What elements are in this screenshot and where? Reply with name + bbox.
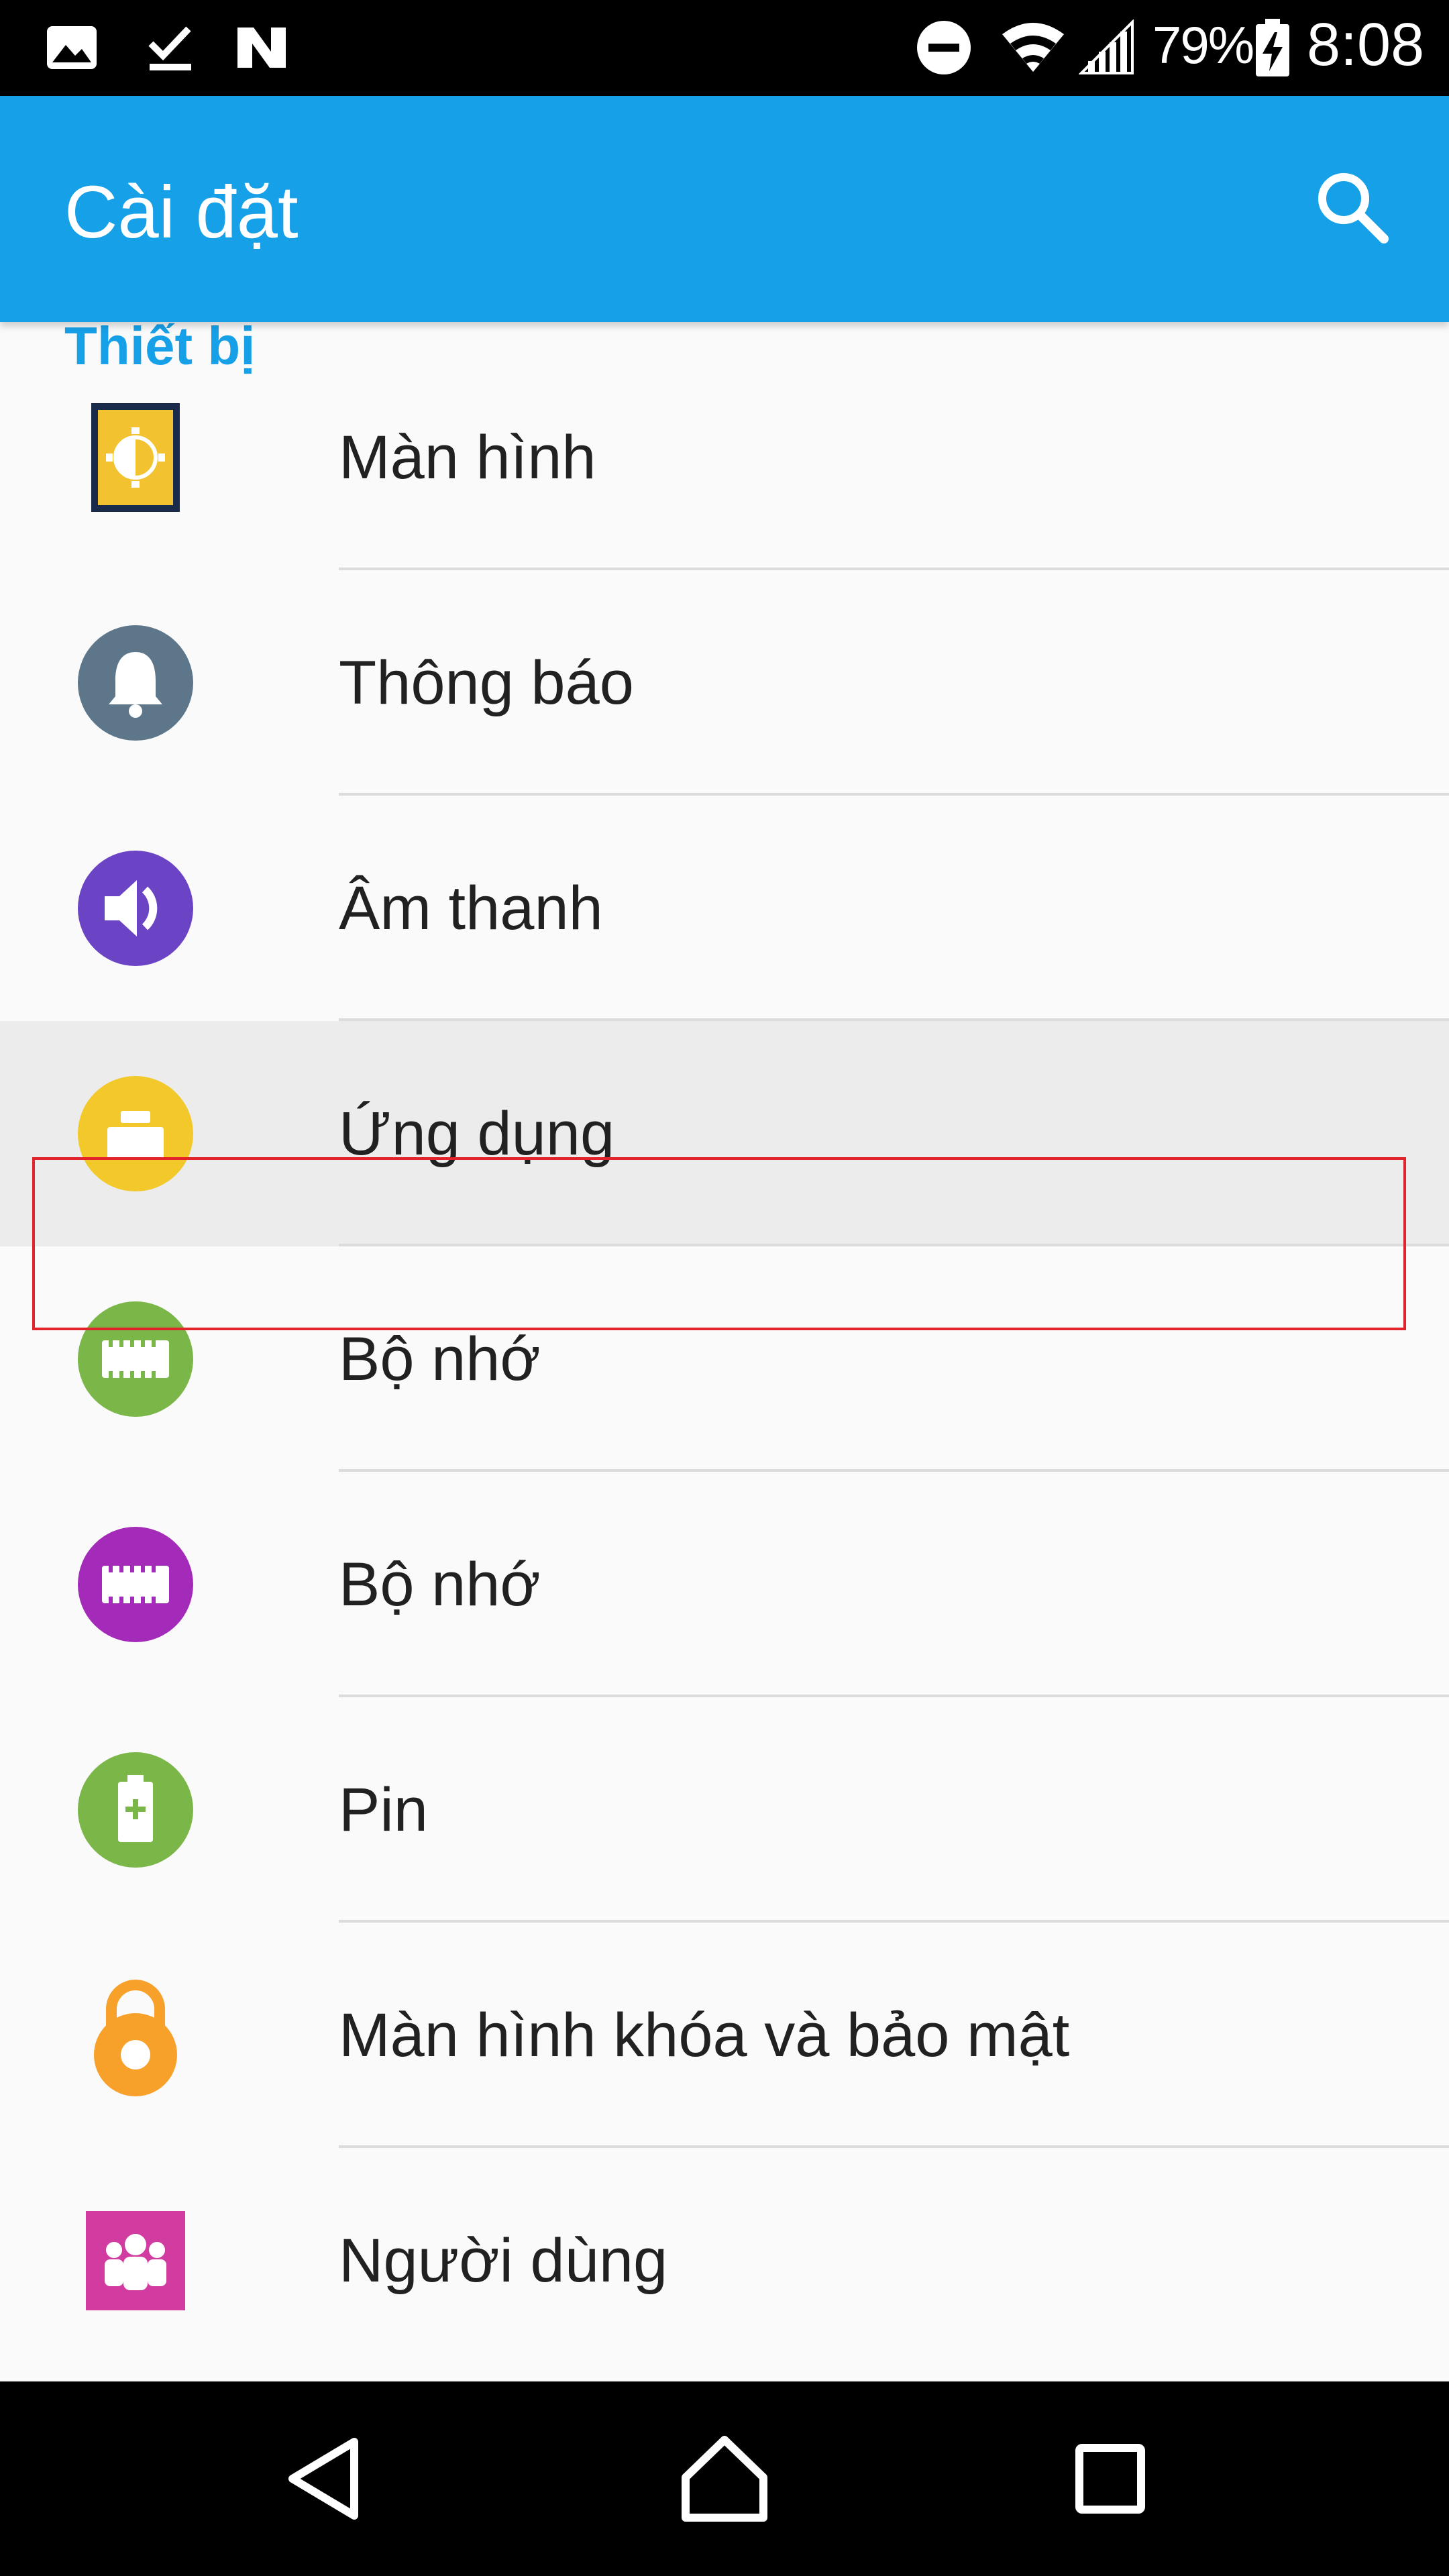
settings-item-label: Âm thanh bbox=[339, 874, 603, 943]
settings-item-memory[interactable]: Bộ nhớ bbox=[0, 1472, 1449, 1697]
settings-item-label: Bộ nhớ bbox=[339, 1550, 541, 1619]
image-icon bbox=[42, 17, 102, 78]
battery-icon bbox=[78, 1752, 193, 1868]
recents-button[interactable] bbox=[1050, 2418, 1171, 2539]
navigation-bar bbox=[0, 2381, 1449, 2576]
settings-screen: 79% 8:08 Cài đặt Thiết bị Màn hình Thông… bbox=[0, 0, 1449, 2576]
memory-chip-icon bbox=[78, 1527, 193, 1642]
app-bar: Cài đặt bbox=[0, 96, 1449, 322]
settings-item-label: Người dùng bbox=[339, 2226, 668, 2295]
settings-item-users[interactable]: Người dùng bbox=[0, 2148, 1449, 2373]
settings-item-label: Màn hình bbox=[339, 423, 596, 492]
settings-item-apps[interactable]: Ứng dụng bbox=[0, 1021, 1449, 1246]
settings-item-lock-security[interactable]: Màn hình khóa và bảo mật bbox=[0, 1923, 1449, 2148]
storage-chip-icon bbox=[78, 1301, 193, 1417]
settings-item-display[interactable]: Màn hình bbox=[0, 345, 1449, 570]
settings-item-label: Pin bbox=[339, 1776, 428, 1844]
lock-icon bbox=[78, 1978, 193, 2096]
page-title: Cài đặt bbox=[64, 171, 299, 254]
users-icon bbox=[78, 2203, 193, 2318]
bell-icon bbox=[78, 625, 193, 741]
search-button[interactable] bbox=[1301, 156, 1402, 257]
battery-charging-icon bbox=[1249, 17, 1296, 78]
settings-item-storage[interactable]: Bộ nhớ bbox=[0, 1246, 1449, 1472]
clock: 8:08 bbox=[1307, 11, 1425, 78]
home-icon bbox=[682, 2436, 767, 2522]
wifi-icon bbox=[1000, 17, 1067, 78]
settings-item-notifications[interactable]: Thông báo bbox=[0, 570, 1449, 796]
back-icon bbox=[288, 2438, 358, 2520]
nfc-icon bbox=[231, 17, 292, 78]
home-button[interactable] bbox=[664, 2418, 785, 2539]
display-icon bbox=[78, 400, 193, 515]
back-button[interactable] bbox=[265, 2418, 386, 2539]
settings-list: Màn hình Thông báo Âm thanh Ứng dụng Bộ … bbox=[0, 345, 1449, 2373]
do-not-disturb-icon bbox=[914, 17, 974, 78]
settings-item-label: Màn hình khóa và bảo mật bbox=[339, 2001, 1070, 2070]
settings-item-label: Bộ nhớ bbox=[339, 1325, 541, 1393]
settings-item-label: Ứng dụng bbox=[339, 1099, 615, 1168]
recents-icon bbox=[1075, 2444, 1145, 2514]
search-icon bbox=[1318, 173, 1389, 244]
apps-icon bbox=[78, 1076, 193, 1191]
signal-icon bbox=[1077, 17, 1137, 78]
settings-item-label: Thông báo bbox=[339, 649, 634, 717]
settings-item-battery[interactable]: Pin bbox=[0, 1697, 1449, 1923]
status-bar: 79% 8:08 bbox=[0, 0, 1449, 96]
speaker-icon bbox=[78, 851, 193, 966]
download-done-icon bbox=[140, 17, 200, 78]
settings-item-sound[interactable]: Âm thanh bbox=[0, 796, 1449, 1021]
battery-percent: 79% bbox=[1152, 15, 1254, 74]
